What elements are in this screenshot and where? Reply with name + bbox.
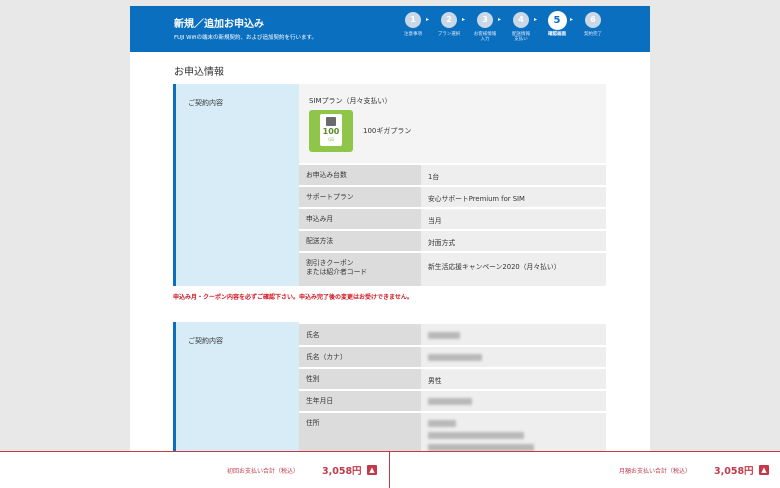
footer-divider xyxy=(389,452,390,488)
step-arrow-icon: ▸ xyxy=(462,16,466,23)
sim-icon-unit: GB xyxy=(328,137,334,142)
step-6: 6 契約完了 xyxy=(578,12,608,37)
monthly-expand-button[interactable]: ▲ xyxy=(759,465,769,475)
row-value: 当月 xyxy=(428,217,442,225)
redacted-value xyxy=(428,398,472,405)
section-title: お申込情報 xyxy=(174,67,224,78)
sim-card-icon: 100 GB xyxy=(309,110,353,152)
warning-message: 申込み月・クーポン内容を必ずご確認下さい。申込み完了後の変更はお受けできません。 xyxy=(173,294,413,301)
step-number: 6 xyxy=(585,12,601,28)
step-number: 1 xyxy=(405,12,421,28)
step-label: 契約完了 xyxy=(584,32,602,37)
contract-block-label: ご契約内容 xyxy=(173,84,299,286)
page-header: 新規／追加お申込み FUJI Wifiの端末の新規契約、および追加契約を行います… xyxy=(130,6,650,52)
row-key: 申込み月 xyxy=(306,215,334,223)
sim-card-shape: 100 GB xyxy=(320,114,342,146)
row-key: 配送方法 xyxy=(306,237,334,245)
plan-name: 100ギガプラン xyxy=(363,127,412,135)
row-key: 氏名（カナ） xyxy=(306,353,347,361)
table-row: 氏名（カナ） xyxy=(299,345,606,367)
table-row: 生年月日 xyxy=(299,389,606,411)
row-key: 性別 xyxy=(306,375,320,383)
page-title: 新規／追加お申込み xyxy=(174,19,264,30)
initial-payment-label: 初回お支払い合計（税込） xyxy=(227,468,300,475)
step-arrow-icon: ▸ xyxy=(570,16,574,23)
row-key: 住所 xyxy=(306,419,320,427)
customer-label-text: ご契約内容 xyxy=(188,337,223,345)
row-value: 新生活応援キャンペーン2020（月々払い） xyxy=(428,263,561,271)
contract-block: ご契約内容 SIMプラン（月々支払い） 100 GB 100ギガプラン お申込み… xyxy=(173,84,606,286)
main-container: 新規／追加お申込み FUJI Wifiの端末の新規契約、および追加契約を行います… xyxy=(130,6,650,488)
step-label: 確認画面 xyxy=(548,32,566,37)
redacted-value xyxy=(428,420,456,427)
table-row: 性別 男性 xyxy=(299,367,606,389)
contract-block-body: SIMプラン（月々支払い） 100 GB 100ギガプラン お申込み台数 1台 … xyxy=(299,84,606,286)
redacted-value xyxy=(428,432,524,439)
contract-label-text: ご契約内容 xyxy=(188,99,223,107)
row-key: 生年月日 xyxy=(306,397,334,405)
step-arrow-icon: ▸ xyxy=(534,16,538,23)
initial-payment-amount: 3,058円 xyxy=(322,466,362,477)
redacted-value xyxy=(428,354,482,361)
sim-chip-icon xyxy=(326,117,336,126)
row-key: 氏名 xyxy=(306,331,320,339)
table-row: 氏名 xyxy=(299,322,606,345)
sim-icon-number: 100 xyxy=(322,127,340,136)
step-number: 2 xyxy=(441,12,457,28)
step-2: 2 プラン選択 xyxy=(434,12,464,37)
row-key: お申込み台数 xyxy=(306,171,347,179)
row-key: 割引きクーポン または紹介者コード xyxy=(306,259,368,277)
redacted-value xyxy=(428,332,460,339)
initial-expand-button[interactable]: ▲ xyxy=(367,465,377,475)
step-label: 配送情報 支払い xyxy=(512,32,530,43)
row-value: 1台 xyxy=(428,173,440,181)
step-number: 4 xyxy=(513,12,529,28)
step-label: プラン選択 xyxy=(437,32,461,37)
step-number: 5 xyxy=(547,11,567,30)
payment-footer: 初回お支払い合計（税込） 3,058円 ▲ 月額お支払い合計（税込） 3,058… xyxy=(0,451,780,488)
table-row: 割引きクーポン または紹介者コード 新生活応援キャンペーン2020（月々払い） xyxy=(299,251,606,286)
step-number: 3 xyxy=(477,12,493,28)
table-row: お申込み台数 1台 xyxy=(299,163,606,185)
row-value: 安心サポートPremium for SIM xyxy=(428,195,525,203)
plan-heading: SIMプラン（月々支払い） xyxy=(309,97,392,105)
step-3: 3 お客様情報 入力 xyxy=(470,12,500,43)
row-value: 男性 xyxy=(428,377,442,385)
step-1: 1 注意事項 xyxy=(398,12,428,37)
row-key: サポートプラン xyxy=(306,193,354,201)
page-subtitle: FUJI Wifiの端末の新規契約、および追加契約を行います。 xyxy=(174,35,317,41)
step-arrow-icon: ▸ xyxy=(426,16,430,23)
step-arrow-icon: ▸ xyxy=(498,16,502,23)
table-row: 配送方法 対面方式 xyxy=(299,229,606,251)
table-row: サポートプラン 安心サポートPremium for SIM xyxy=(299,185,606,207)
redacted-value xyxy=(428,444,534,451)
step-label: 注意事項 xyxy=(404,32,422,37)
step-4: 4 配送情報 支払い xyxy=(506,12,536,43)
table-row: 申込み月 当月 xyxy=(299,207,606,229)
monthly-payment-label: 月額お支払い合計（税込） xyxy=(619,468,692,475)
progress-steps: 1 注意事項 ▸ 2 プラン選択 ▸ 3 お客様情報 入力 ▸ 4 配送情報 支… xyxy=(398,11,608,52)
monthly-payment-amount: 3,058円 xyxy=(714,466,754,477)
row-value: 対面方式 xyxy=(428,239,456,247)
step-label: お客様情報 入力 xyxy=(473,32,497,43)
step-5-current: 5 確認画面 xyxy=(542,11,572,37)
